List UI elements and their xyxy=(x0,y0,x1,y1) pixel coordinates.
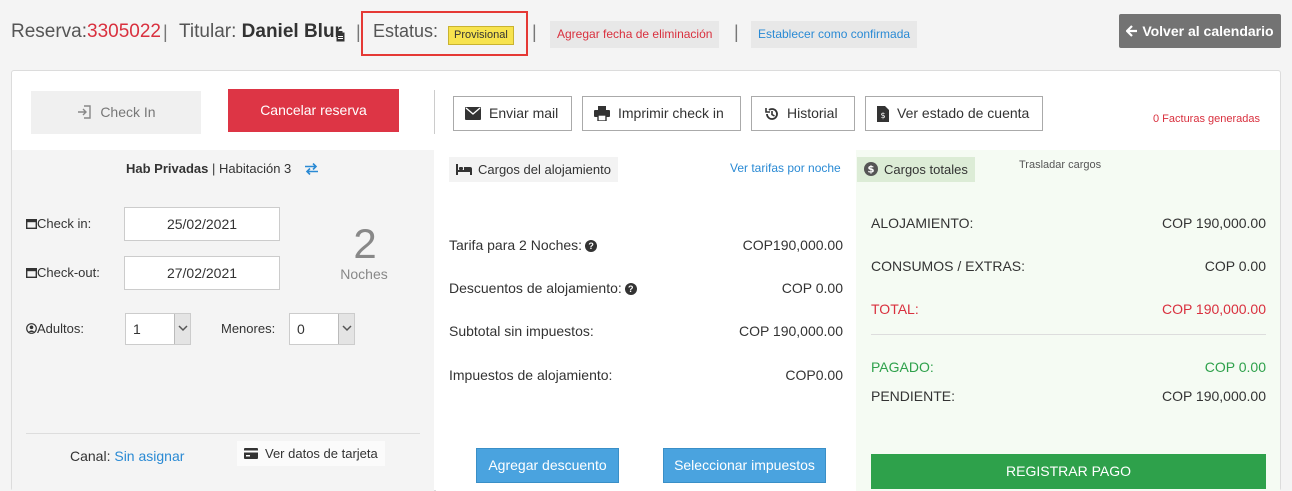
taxes-value: COP0.00 xyxy=(785,367,843,383)
grand-total-value: COP 190,000.00 xyxy=(1161,301,1266,317)
swap-room-icon[interactable] xyxy=(304,162,319,180)
lodging-total-value: COP 190,000.00 xyxy=(1161,215,1266,231)
account-status-button[interactable]: $ Ver estado de cuenta xyxy=(865,96,1043,131)
checkout-date-label: Check-out: xyxy=(25,265,100,280)
cancel-reservation-button[interactable]: Cancelar reserva xyxy=(228,89,399,132)
adults-label: Adultos: xyxy=(26,321,84,336)
adults-select[interactable]: 1 xyxy=(125,313,191,345)
help-icon[interactable]: ? xyxy=(624,283,637,295)
history-button[interactable]: Historial xyxy=(751,96,855,131)
calendar-icon xyxy=(25,219,38,230)
checkin-date-label: Check in: xyxy=(25,216,91,231)
chevron-down-icon xyxy=(342,325,352,332)
paid-value: COP 0.00 xyxy=(1204,359,1266,375)
add-deletion-date-button[interactable]: Agregar fecha de eliminación xyxy=(550,21,720,48)
minors-label: Menores: xyxy=(221,321,276,336)
select-taxes-button[interactable]: Seleccionar impuestos xyxy=(663,448,826,483)
nights-count: 2 xyxy=(353,220,377,267)
discounts-label: Descuentos de alojamiento:? xyxy=(449,280,637,296)
toolbar-divider xyxy=(434,90,435,134)
lodging-charges-section xyxy=(436,150,856,491)
checkin-date-input[interactable]: 25/02/2021 xyxy=(124,207,280,241)
rates-per-night-link[interactable]: Ver tarifas por noche xyxy=(730,161,841,175)
reservation-number: 3305022 xyxy=(87,21,161,42)
svg-text:$: $ xyxy=(880,111,885,120)
reservation-header: Reserva:3305022 | Titular: Daniel Blur |… xyxy=(0,0,1292,66)
back-to-calendar-button[interactable]: Volver al calendario xyxy=(1119,14,1281,48)
checkin-button[interactable]: Check In xyxy=(31,91,201,134)
user-circle-icon xyxy=(26,323,37,334)
envelope-icon xyxy=(465,107,481,120)
add-discount-button[interactable]: Agregar descuento xyxy=(476,448,619,483)
holder-label: Titular: Daniel Blur xyxy=(179,21,342,42)
grand-total-label: TOTAL: xyxy=(871,301,919,317)
pending-label: PENDIENTE: xyxy=(871,388,956,404)
send-mail-button[interactable]: Enviar mail xyxy=(453,96,572,131)
pending-value: COP 190,000.00 xyxy=(1161,388,1266,404)
dollar-circle-icon: $ xyxy=(864,162,878,176)
total-charges-section xyxy=(856,150,1280,491)
paid-label: PAGADO: xyxy=(871,359,934,375)
rate-value: COP190,000.00 xyxy=(742,237,843,253)
discounts-value: COP 0.00 xyxy=(781,280,843,296)
history-icon xyxy=(765,108,778,120)
divider xyxy=(26,433,420,434)
minors-select[interactable]: 0 xyxy=(289,313,355,345)
header-separator: | xyxy=(734,22,739,42)
extras-value: COP 0.00 xyxy=(1204,258,1266,274)
printer-icon xyxy=(594,106,610,121)
room-title: Hab Privadas | Habitación 3 xyxy=(126,161,292,176)
register-payment-button[interactable]: REGISTRAR PAGO xyxy=(871,454,1266,489)
channel-link[interactable]: Sin asignar xyxy=(114,448,184,464)
reservation-label: Reserva:3305022 xyxy=(11,21,161,42)
set-confirmed-button[interactable]: Establecer como confirmada xyxy=(751,21,918,48)
clipboard-icon[interactable] xyxy=(336,29,345,47)
header-separator: | xyxy=(532,22,537,42)
subtotal-value: COP 190,000.00 xyxy=(738,323,843,339)
header-separator: | xyxy=(356,22,361,42)
divider xyxy=(871,334,1266,335)
invoice-icon: $ xyxy=(877,106,889,122)
lodging-charges-tab[interactable]: Cargos del alojamiento xyxy=(449,157,618,182)
print-checkin-button[interactable]: Imprimir check in xyxy=(582,96,741,131)
channel-info: Canal: Sin asignar xyxy=(70,448,185,464)
arrow-left-icon xyxy=(1125,25,1138,37)
invoices-count-link[interactable]: 0 Facturas generadas xyxy=(1153,113,1260,125)
nights-label: Noches xyxy=(340,266,388,282)
credit-card-icon xyxy=(244,448,258,459)
status-badge[interactable]: Provisional xyxy=(448,26,514,45)
calendar-icon xyxy=(25,268,38,279)
help-icon[interactable]: ? xyxy=(585,240,598,252)
chevron-down-icon xyxy=(178,325,188,332)
total-charges-tab[interactable]: $ Cargos totales xyxy=(857,157,975,182)
checkout-date-input[interactable]: 27/02/2021 xyxy=(124,256,280,290)
header-separator: | xyxy=(163,22,168,42)
extras-label: CONSUMOS / EXTRAS: xyxy=(871,258,1026,274)
status-label: Estatus: xyxy=(373,21,439,41)
bed-icon xyxy=(456,164,472,175)
svg-text:$: $ xyxy=(868,165,875,176)
lodging-total-label: ALOJAMIENTO: xyxy=(871,215,974,231)
subtotal-label: Subtotal sin impuestos: xyxy=(449,323,594,339)
transfer-charges-link[interactable]: Trasladar cargos xyxy=(1019,159,1101,171)
view-card-button[interactable]: Ver datos de tarjeta xyxy=(237,441,385,466)
holder-name: Daniel Blur xyxy=(241,21,342,42)
rate-label: Tarifa para 2 Noches:? xyxy=(449,237,598,253)
sign-in-icon xyxy=(78,105,92,119)
taxes-label: Impuestos de alojamiento: xyxy=(449,367,613,383)
